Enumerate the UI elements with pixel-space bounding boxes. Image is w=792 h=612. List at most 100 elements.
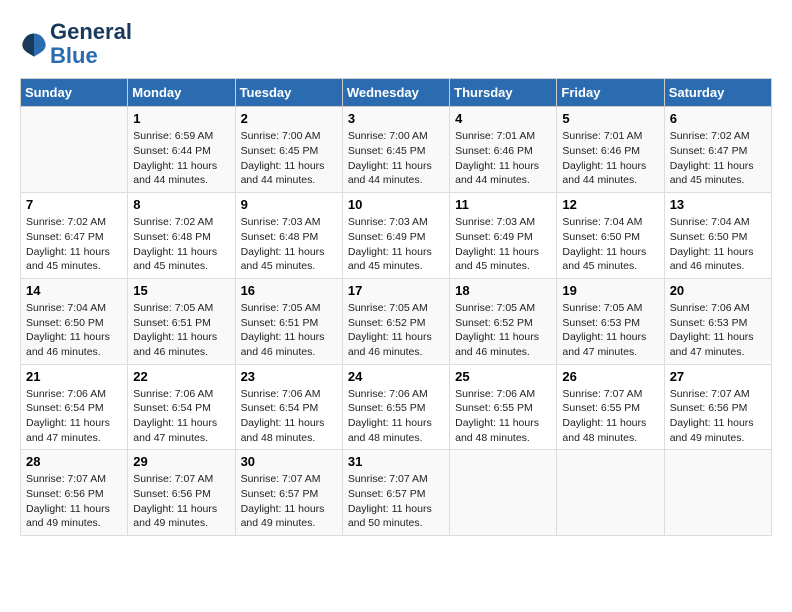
day-number: 13 [670,197,766,212]
column-header-wednesday: Wednesday [342,79,449,107]
week-row-1: 1 Sunrise: 6:59 AM Sunset: 6:44 PM Daylig… [21,107,772,193]
week-row-3: 14 Sunrise: 7:04 AM Sunset: 6:50 PM Dayli… [21,278,772,364]
calendar-cell [664,450,771,536]
day-info: Sunrise: 7:07 AM Sunset: 6:57 PM Dayligh… [348,472,444,531]
day-number: 24 [348,369,444,384]
column-header-monday: Monday [128,79,235,107]
day-number: 31 [348,454,444,469]
day-info: Sunrise: 7:07 AM Sunset: 6:56 PM Dayligh… [133,472,229,531]
header-row: SundayMondayTuesdayWednesdayThursdayFrid… [21,79,772,107]
calendar-cell: 10 Sunrise: 7:03 AM Sunset: 6:49 PM Dayli… [342,193,449,279]
calendar-cell: 3Sunrise: 7:00 AM Sunset: 6:45 PM Daylig… [342,107,449,193]
calendar-cell: 13Sunrise: 7:04 AM Sunset: 6:50 PM Dayli… [664,193,771,279]
day-info: Sunrise: 7:07 AM Sunset: 6:57 PM Dayligh… [241,472,337,531]
week-row-2: 7Sunrise: 7:02 AM Sunset: 6:47 PM Daylig… [21,193,772,279]
calendar-cell: 4 Sunrise: 7:01 AM Sunset: 6:46 PM Daylig… [450,107,557,193]
day-info: Sunrise: 7:06 AM Sunset: 6:55 PM Dayligh… [348,387,444,446]
day-info: Sunrise: 7:05 AM Sunset: 6:51 PM Dayligh… [241,301,337,360]
calendar-cell: 30 Sunrise: 7:07 AM Sunset: 6:57 PM Dayli… [235,450,342,536]
day-info: Sunrise: 7:06 AM Sunset: 6:54 PM Dayligh… [241,387,337,446]
week-row-5: 28Sunrise: 7:07 AM Sunset: 6:56 PM Dayli… [21,450,772,536]
day-number: 9 [241,197,337,212]
logo-icon [20,30,48,58]
calendar-cell: 14 Sunrise: 7:04 AM Sunset: 6:50 PM Dayli… [21,278,128,364]
column-header-saturday: Saturday [664,79,771,107]
calendar-cell: 11Sunrise: 7:03 AM Sunset: 6:49 PM Dayli… [450,193,557,279]
day-number: 30 [241,454,337,469]
day-info: Sunrise: 7:07 AM Sunset: 6:56 PM Dayligh… [26,472,122,531]
calendar-cell: 24 Sunrise: 7:06 AM Sunset: 6:55 PM Dayli… [342,364,449,450]
day-info: Sunrise: 7:01 AM Sunset: 6:46 PM Dayligh… [455,129,551,188]
day-info: Sunrise: 7:05 AM Sunset: 6:51 PM Dayligh… [133,301,229,360]
day-info: Sunrise: 7:06 AM Sunset: 6:53 PM Dayligh… [670,301,766,360]
column-header-friday: Friday [557,79,664,107]
day-info: Sunrise: 6:59 AM Sunset: 6:44 PM Dayligh… [133,129,229,188]
day-number: 6 [670,111,766,126]
day-number: 14 [26,283,122,298]
calendar-cell: 27Sunrise: 7:07 AM Sunset: 6:56 PM Dayli… [664,364,771,450]
day-number: 29 [133,454,229,469]
calendar-cell [21,107,128,193]
day-info: Sunrise: 7:03 AM Sunset: 6:48 PM Dayligh… [241,215,337,274]
calendar-cell: 28Sunrise: 7:07 AM Sunset: 6:56 PM Dayli… [21,450,128,536]
day-number: 19 [562,283,658,298]
day-number: 2 [241,111,337,126]
day-number: 4 [455,111,551,126]
day-number: 15 [133,283,229,298]
day-info: Sunrise: 7:06 AM Sunset: 6:55 PM Dayligh… [455,387,551,446]
calendar-cell: 15 Sunrise: 7:05 AM Sunset: 6:51 PM Dayli… [128,278,235,364]
calendar-cell: 9 Sunrise: 7:03 AM Sunset: 6:48 PM Daylig… [235,193,342,279]
calendar-cell: 2Sunrise: 7:00 AM Sunset: 6:45 PM Daylig… [235,107,342,193]
calendar-cell [557,450,664,536]
column-header-thursday: Thursday [450,79,557,107]
day-number: 26 [562,369,658,384]
day-number: 12 [562,197,658,212]
day-number: 7 [26,197,122,212]
day-number: 8 [133,197,229,212]
day-info: Sunrise: 7:00 AM Sunset: 6:45 PM Dayligh… [348,129,444,188]
day-number: 25 [455,369,551,384]
calendar-header: SundayMondayTuesdayWednesdayThursdayFrid… [21,79,772,107]
day-number: 23 [241,369,337,384]
day-info: Sunrise: 7:04 AM Sunset: 6:50 PM Dayligh… [26,301,122,360]
day-number: 10 [348,197,444,212]
calendar-table: SundayMondayTuesdayWednesdayThursdayFrid… [20,78,772,536]
day-info: Sunrise: 7:02 AM Sunset: 6:48 PM Dayligh… [133,215,229,274]
column-header-tuesday: Tuesday [235,79,342,107]
logo-text: General Blue [50,20,132,68]
day-number: 11 [455,197,551,212]
day-info: Sunrise: 7:04 AM Sunset: 6:50 PM Dayligh… [562,215,658,274]
column-header-sunday: Sunday [21,79,128,107]
logo: General Blue [20,20,132,68]
page-header: General Blue [20,20,772,68]
calendar-cell: 22Sunrise: 7:06 AM Sunset: 6:54 PM Dayli… [128,364,235,450]
calendar-cell: 25 Sunrise: 7:06 AM Sunset: 6:55 PM Dayli… [450,364,557,450]
calendar-cell: 26 Sunrise: 7:07 AM Sunset: 6:55 PM Dayli… [557,364,664,450]
day-info: Sunrise: 7:07 AM Sunset: 6:55 PM Dayligh… [562,387,658,446]
day-info: Sunrise: 7:07 AM Sunset: 6:56 PM Dayligh… [670,387,766,446]
day-info: Sunrise: 7:01 AM Sunset: 6:46 PM Dayligh… [562,129,658,188]
day-number: 16 [241,283,337,298]
day-info: Sunrise: 7:06 AM Sunset: 6:54 PM Dayligh… [26,387,122,446]
day-number: 20 [670,283,766,298]
calendar-cell: 8 Sunrise: 7:02 AM Sunset: 6:48 PM Daylig… [128,193,235,279]
calendar-cell: 1 Sunrise: 6:59 AM Sunset: 6:44 PM Daylig… [128,107,235,193]
calendar-cell: 6Sunrise: 7:02 AM Sunset: 6:47 PM Daylig… [664,107,771,193]
calendar-cell: 16 Sunrise: 7:05 AM Sunset: 6:51 PM Dayli… [235,278,342,364]
calendar-cell: 31 Sunrise: 7:07 AM Sunset: 6:57 PM Dayli… [342,450,449,536]
calendar-cell: 17Sunrise: 7:05 AM Sunset: 6:52 PM Dayli… [342,278,449,364]
day-number: 1 [133,111,229,126]
calendar-body: 1 Sunrise: 6:59 AM Sunset: 6:44 PM Daylig… [21,107,772,536]
calendar-cell: 18Sunrise: 7:05 AM Sunset: 6:52 PM Dayli… [450,278,557,364]
day-info: Sunrise: 7:03 AM Sunset: 6:49 PM Dayligh… [348,215,444,274]
day-number: 18 [455,283,551,298]
day-info: Sunrise: 7:05 AM Sunset: 6:52 PM Dayligh… [348,301,444,360]
calendar-cell: 19Sunrise: 7:05 AM Sunset: 6:53 PM Dayli… [557,278,664,364]
day-number: 21 [26,369,122,384]
calendar-cell: 20 Sunrise: 7:06 AM Sunset: 6:53 PM Dayli… [664,278,771,364]
calendar-cell: 12 Sunrise: 7:04 AM Sunset: 6:50 PM Dayli… [557,193,664,279]
calendar-cell [450,450,557,536]
calendar-cell: 7Sunrise: 7:02 AM Sunset: 6:47 PM Daylig… [21,193,128,279]
day-info: Sunrise: 7:06 AM Sunset: 6:54 PM Dayligh… [133,387,229,446]
day-number: 5 [562,111,658,126]
